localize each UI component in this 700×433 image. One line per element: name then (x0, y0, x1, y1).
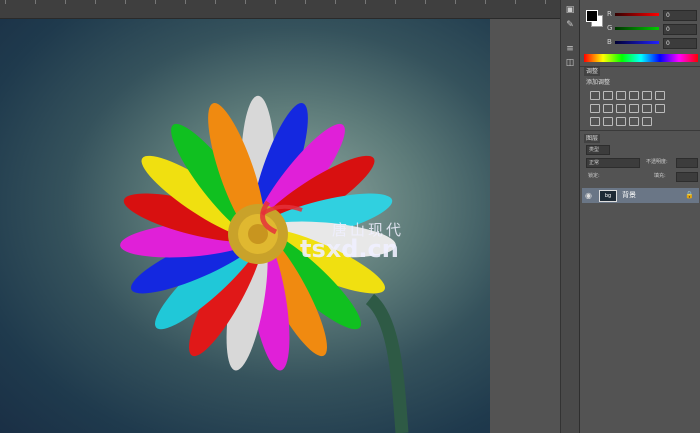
slider-b-label: B (607, 38, 612, 46)
adjustment-icon[interactable] (642, 117, 652, 126)
lock-icon[interactable]: 🔒 (685, 191, 694, 199)
blend-mode-select[interactable]: 正常 (586, 158, 640, 168)
color-spectrum-bar[interactable] (584, 54, 698, 62)
adjustment-icon[interactable] (642, 104, 652, 113)
slider-b-track[interactable] (615, 41, 659, 44)
slider-r-label: R (607, 10, 612, 18)
layer-row-background[interactable]: ◉ bg 背景 🔒 (582, 188, 699, 203)
adjustments-title: 添加调整 (586, 79, 611, 86)
slider-r-track[interactable] (615, 13, 659, 16)
opacity-label: 不透明度: (646, 159, 668, 165)
adjustment-icon[interactable] (603, 91, 613, 100)
adjustment-icon[interactable] (655, 104, 665, 113)
channels-icon[interactable]: ◫ (565, 58, 575, 68)
tab-layers[interactable]: 图层 (584, 134, 601, 143)
layer-filter-select[interactable]: 类型 (586, 145, 610, 155)
slider-b-value[interactable]: 0 (663, 38, 697, 49)
slider-r[interactable]: R 0 (607, 10, 697, 21)
color-panel: R 0 G 0 B 0 (580, 0, 700, 66)
adjustment-icon[interactable] (642, 91, 652, 100)
collapsed-panel-icons: ▣ ✎ ≡ ◫ (562, 0, 578, 70)
panel-divider (580, 130, 700, 131)
slider-g-label: G (607, 24, 613, 32)
history-icon[interactable]: ▣ (565, 5, 575, 15)
foreground-color-swatch[interactable] (586, 10, 598, 22)
adjustment-icon[interactable] (616, 91, 626, 100)
adjustment-icon[interactable] (590, 104, 600, 113)
adjustment-icon[interactable] (655, 91, 665, 100)
slider-g[interactable]: G 0 (607, 24, 697, 35)
tab-adjustments[interactable]: 调整 (584, 67, 601, 76)
adjustment-icon[interactable] (616, 117, 626, 126)
adjustment-icon[interactable] (629, 117, 639, 126)
document-canvas[interactable]: 唐山现代 tsxd.cn (0, 19, 490, 433)
slider-g-track[interactable] (615, 27, 659, 30)
canvas-area[interactable]: 唐山现代 tsxd.cn (0, 19, 560, 433)
top-ruler[interactable] (0, 0, 560, 19)
watermark-domain-text: tsxd.cn (300, 235, 399, 263)
adjustment-icon[interactable] (603, 104, 613, 113)
adjustment-icon[interactable] (603, 117, 613, 126)
slider-g-value[interactable]: 0 (663, 24, 697, 35)
fill-label: 填充: (654, 173, 666, 179)
adjustment-icon[interactable] (629, 104, 639, 113)
lock-label: 锁定: (588, 173, 600, 179)
adjustment-icon[interactable] (629, 91, 639, 100)
layers-panel: 图层 类型 正常 不透明度: 锁定: 填充: ◉ bg 背景 🔒 (580, 132, 700, 433)
opacity-field[interactable] (676, 158, 698, 168)
layers-panel-icon[interactable]: ≡ (565, 44, 575, 54)
layer-name[interactable]: 背景 (622, 190, 636, 200)
adjustment-icon[interactable] (616, 104, 626, 113)
layer-thumbnail: bg (599, 190, 617, 202)
right-panels: R 0 G 0 B 0 调整 添加调整 图层 类型 正常 不透明度: 锁定: 填… (579, 0, 700, 433)
brush-preset-icon[interactable]: ✎ (565, 20, 575, 30)
watermark: 唐山现代 tsxd.cn (284, 217, 444, 263)
adjustment-icon[interactable] (590, 117, 600, 126)
slider-r-value[interactable]: 0 (663, 10, 697, 21)
eye-icon[interactable]: ◉ (585, 191, 592, 200)
adjustment-icon[interactable] (590, 91, 600, 100)
fill-field[interactable] (676, 172, 698, 182)
slider-b[interactable]: B 0 (607, 38, 697, 49)
